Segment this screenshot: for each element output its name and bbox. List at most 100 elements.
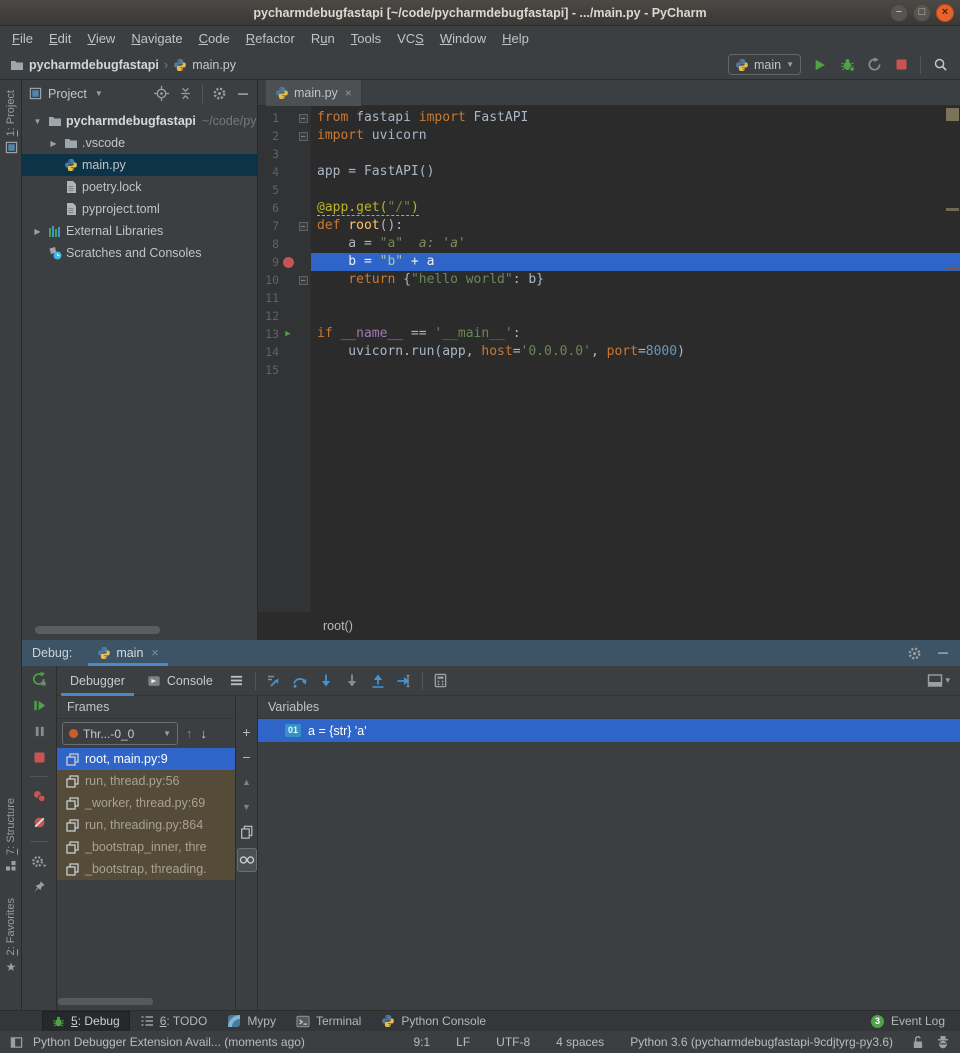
error-stripe-warning-mark[interactable] bbox=[946, 208, 959, 211]
menu-file[interactable]: File bbox=[4, 31, 41, 46]
menu-help[interactable]: Help bbox=[494, 31, 537, 46]
resume-icon[interactable] bbox=[31, 697, 47, 713]
step-over-icon[interactable] bbox=[287, 673, 313, 689]
chevron-down-icon[interactable]: ▼ bbox=[95, 89, 103, 98]
code-line-9[interactable]: 9 b = "b" + a bbox=[258, 253, 960, 271]
breadcrumb-project[interactable]: pycharmdebugfastapi bbox=[29, 58, 159, 72]
step-out-icon[interactable] bbox=[365, 673, 391, 689]
thread-selector[interactable]: Thr...-0_0 ▼ bbox=[62, 722, 178, 745]
run-gutter-icon[interactable]: ▶ bbox=[279, 325, 297, 343]
menu-view[interactable]: View bbox=[79, 31, 123, 46]
tree-item-pycharmdebugfastapi[interactable]: ▼pycharmdebugfastapi~/code/pycharmdebugf… bbox=[22, 110, 257, 132]
close-session-icon[interactable]: × bbox=[151, 646, 158, 660]
code-line-7[interactable]: 7−def root(): bbox=[258, 217, 960, 235]
project-horizontal-scrollbar[interactable] bbox=[35, 626, 160, 634]
event-log-button[interactable]: 3Event Log bbox=[871, 1014, 960, 1028]
frame-row[interactable]: _bootstrap_inner, thre bbox=[57, 836, 235, 858]
previous-frame-icon[interactable]: ↑ bbox=[186, 726, 193, 741]
lock-icon[interactable] bbox=[911, 1035, 924, 1049]
menu-code[interactable]: Code bbox=[191, 31, 238, 46]
show-execution-point-icon[interactable] bbox=[261, 673, 287, 689]
project-panel-title[interactable]: Project bbox=[48, 87, 87, 101]
close-tab-icon[interactable]: × bbox=[345, 86, 352, 100]
stop-icon[interactable] bbox=[31, 749, 47, 765]
menu-tools[interactable]: Tools bbox=[343, 31, 389, 46]
editor-tab-main-py[interactable]: main.py × bbox=[266, 80, 362, 106]
toggle-tool-windows-icon[interactable] bbox=[10, 1036, 23, 1049]
code-line-10[interactable]: 10− return {"hello world": b} bbox=[258, 271, 960, 289]
variable-row[interactable]: 01a = {str} 'a' bbox=[258, 719, 960, 742]
move-down-icon[interactable]: ▼ bbox=[238, 798, 256, 815]
interpreter[interactable]: Python 3.6 (pycharmdebugfastapi-9cdjtyrg… bbox=[630, 1035, 893, 1049]
frame-row[interactable]: run, threading.py:864 bbox=[57, 814, 235, 836]
tree-item-poetry-lock[interactable]: poetry.lock bbox=[22, 176, 257, 198]
toolwindow-mypy[interactable]: Mypy bbox=[217, 1011, 286, 1032]
code-line-2[interactable]: 2−import uvicorn bbox=[258, 127, 960, 145]
line-ending[interactable]: LF bbox=[456, 1035, 470, 1049]
debug-settings-gear-icon[interactable] bbox=[31, 853, 47, 869]
show-watches-icon[interactable] bbox=[237, 848, 257, 872]
code-line-1[interactable]: 1−from fastapi import FastAPI bbox=[258, 109, 960, 127]
tree-item-pyproject-toml[interactable]: pyproject.toml bbox=[22, 198, 257, 220]
code-text[interactable]: def root(): bbox=[311, 217, 960, 235]
pause-icon[interactable] bbox=[31, 723, 47, 739]
toolwindow-terminal[interactable]: Terminal bbox=[286, 1011, 371, 1032]
remove-watch-icon[interactable]: − bbox=[238, 748, 256, 765]
menu-refactor[interactable]: Refactor bbox=[238, 31, 303, 46]
debug-session-tab[interactable]: main × bbox=[88, 640, 167, 666]
menu-vcs[interactable]: VCS bbox=[389, 31, 432, 46]
fold-marker-icon[interactable]: − bbox=[297, 276, 309, 285]
code-line-3[interactable]: 3 bbox=[258, 145, 960, 163]
maximize-button[interactable]: □ bbox=[913, 4, 931, 22]
code-line-15[interactable]: 15 bbox=[258, 361, 960, 379]
evaluate-expression-icon[interactable] bbox=[428, 673, 454, 688]
code-line-5[interactable]: 5 bbox=[258, 181, 960, 199]
code-text[interactable]: app = FastAPI() bbox=[311, 163, 960, 181]
menu-navigate[interactable]: Navigate bbox=[123, 31, 190, 46]
debug-button[interactable] bbox=[839, 57, 855, 73]
code-area[interactable]: 1−from fastapi import FastAPI2−import uv… bbox=[258, 106, 960, 612]
menu-hamburger-icon[interactable] bbox=[224, 674, 250, 687]
tree-item-main-py[interactable]: main.py bbox=[22, 154, 257, 176]
code-text[interactable] bbox=[311, 289, 960, 307]
code-text[interactable]: import uvicorn bbox=[311, 127, 960, 145]
code-text[interactable]: if __name__ == '__main__': bbox=[311, 325, 960, 343]
code-text[interactable] bbox=[311, 361, 960, 379]
code-text[interactable]: return {"hello world": b} bbox=[311, 271, 960, 289]
stop-button[interactable] bbox=[893, 57, 909, 73]
fold-marker-icon[interactable]: − bbox=[297, 114, 309, 123]
menu-edit[interactable]: Edit bbox=[41, 31, 79, 46]
run-button[interactable] bbox=[812, 57, 828, 73]
force-step-into-icon[interactable] bbox=[339, 673, 365, 689]
code-text[interactable]: a = "a" a: 'a' bbox=[311, 235, 960, 253]
code-text[interactable]: from fastapi import FastAPI bbox=[311, 109, 960, 127]
code-text[interactable] bbox=[311, 181, 960, 199]
tree-item-external-libraries[interactable]: ▶External Libraries bbox=[22, 220, 257, 242]
fold-marker-icon[interactable]: − bbox=[297, 222, 309, 231]
run-to-cursor-icon[interactable] bbox=[391, 673, 417, 689]
add-watch-icon[interactable]: + bbox=[238, 723, 256, 740]
code-text[interactable] bbox=[311, 307, 960, 325]
error-stripe-breakpoint-mark[interactable] bbox=[946, 267, 959, 270]
collapse-all-icon[interactable] bbox=[178, 86, 193, 101]
code-text[interactable]: @app.get("/") bbox=[311, 199, 960, 217]
stripe-project-button[interactable]: 1: Project bbox=[0, 90, 22, 154]
close-button[interactable]: × bbox=[936, 4, 954, 22]
code-line-4[interactable]: 4app = FastAPI() bbox=[258, 163, 960, 181]
frame-row[interactable]: root, main.py:9 bbox=[57, 748, 235, 770]
code-text[interactable] bbox=[311, 145, 960, 163]
run-configuration-select[interactable]: main ▼ bbox=[728, 54, 801, 75]
code-text[interactable]: uvicorn.run(app, host='0.0.0.0', port=80… bbox=[311, 343, 960, 361]
search-everywhere-button[interactable] bbox=[932, 57, 948, 73]
toolwindow-6-todo[interactable]: 6: TODO bbox=[130, 1011, 218, 1032]
view-breakpoints-icon[interactable] bbox=[31, 788, 47, 804]
error-stripe-warning-square[interactable] bbox=[946, 108, 959, 121]
tree-expanded-icon[interactable]: ▼ bbox=[30, 117, 45, 126]
indent-setting[interactable]: 4 spaces bbox=[556, 1035, 604, 1049]
breakpoint-icon[interactable] bbox=[279, 257, 297, 268]
minimize-button[interactable]: − bbox=[890, 4, 908, 22]
hide-panel-icon[interactable] bbox=[936, 646, 950, 660]
step-into-icon[interactable] bbox=[313, 673, 339, 689]
toolwindow-5-debug[interactable]: 5: Debug bbox=[42, 1011, 130, 1032]
status-message[interactable]: Python Debugger Extension Avail... (mome… bbox=[33, 1035, 305, 1049]
